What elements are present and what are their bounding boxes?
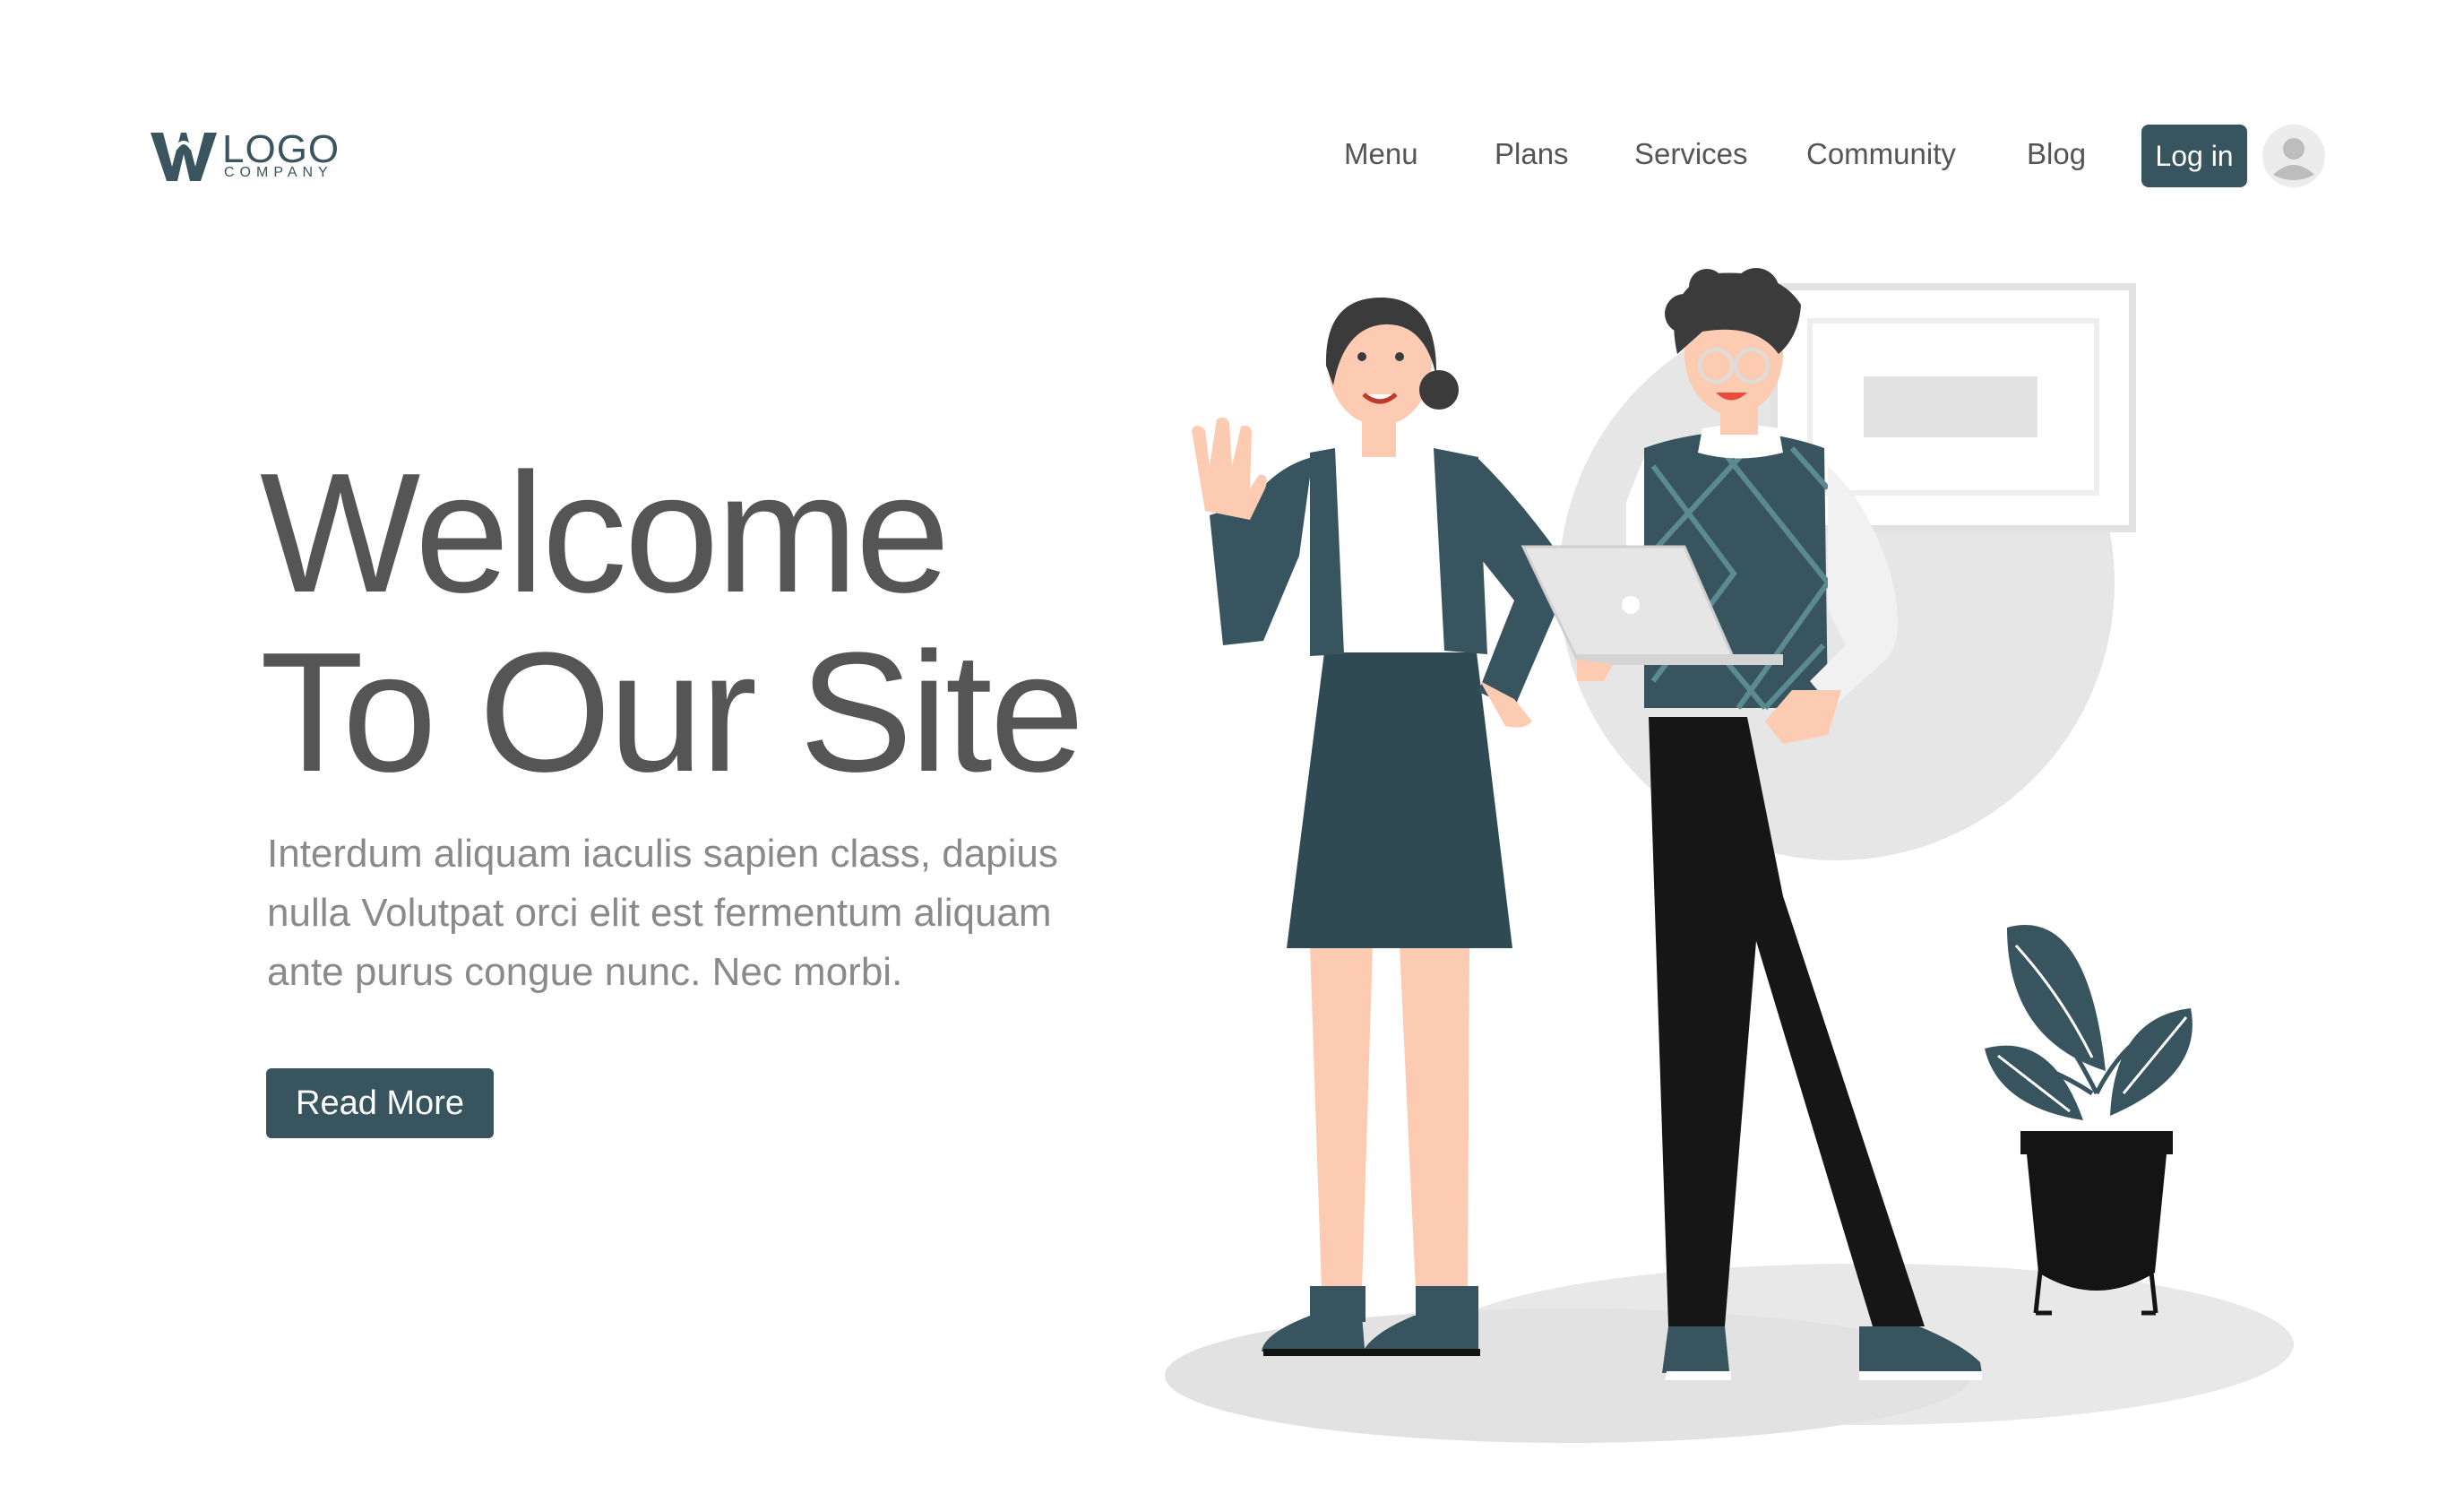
nav-item-blog[interactable]: Blog	[2027, 137, 2086, 171]
read-more-button[interactable]: Read More	[266, 1068, 494, 1138]
hero-description-line: ante purus congue nunc. Nec morbi.	[267, 950, 903, 994]
hero-title-line: Welcome	[260, 438, 950, 628]
potted-plant	[1985, 925, 2193, 1316]
hero-description: Interdum aliquam iaculis sapien class, d…	[267, 825, 1073, 1002]
hero-title: Welcome To Our Site	[260, 438, 1084, 807]
hero-description-line: Interdum aliquam iaculis sapien class, d…	[267, 832, 1058, 876]
woman-figure	[1192, 297, 1572, 1356]
hero-illustration	[1165, 268, 2294, 1443]
login-button[interactable]: Log in	[2141, 125, 2247, 187]
hero-description-line: nulla Volutpat orci elit est fermentum a…	[267, 891, 1052, 935]
main-navigation: Menu Plans Services Community Blog	[0, 130, 2464, 184]
hero-title-line: To Our Site	[260, 617, 1084, 807]
nav-item-services[interactable]: Services	[1634, 137, 1748, 171]
nav-item-community[interactable]: Community	[1806, 137, 1956, 171]
nav-item-plans[interactable]: Plans	[1495, 137, 1569, 171]
user-avatar-icon[interactable]	[2262, 125, 2325, 187]
nav-item-menu[interactable]: Menu	[1344, 137, 1418, 171]
